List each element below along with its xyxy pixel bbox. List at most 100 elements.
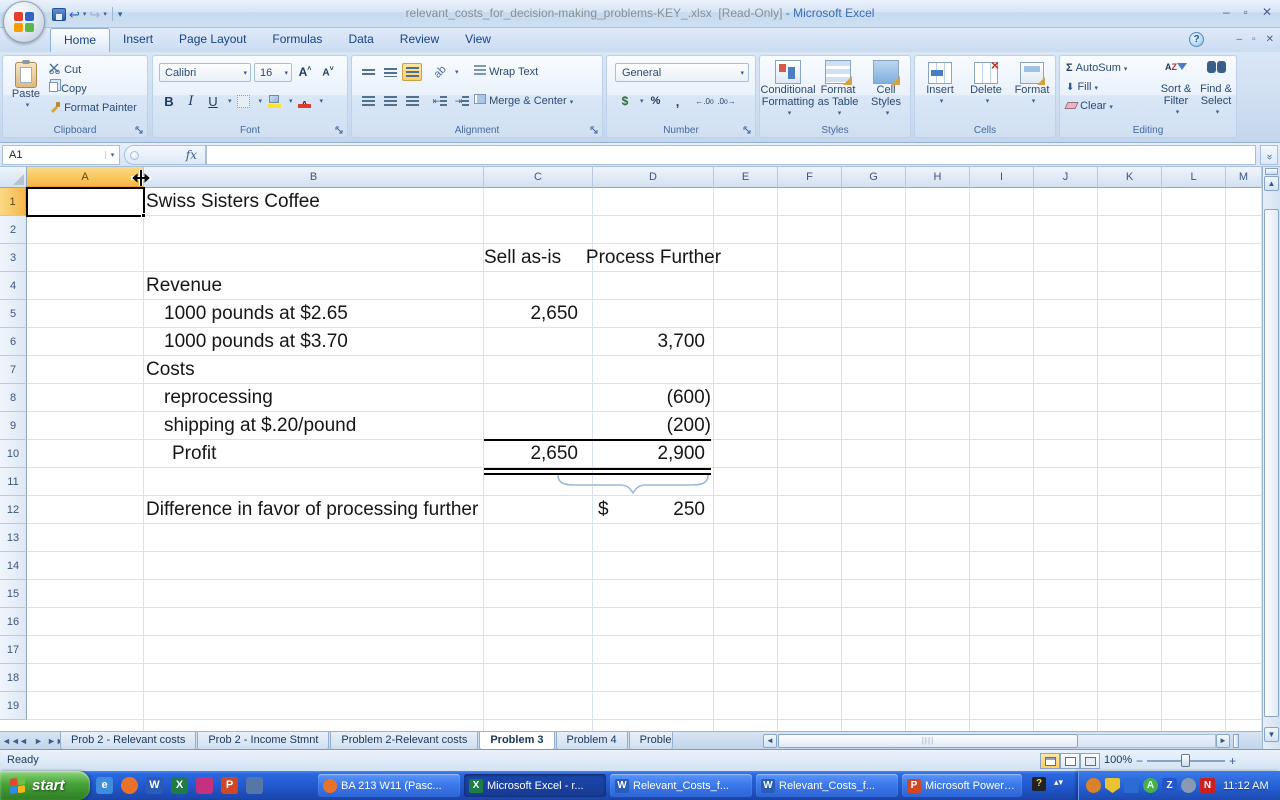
sheet-tab-prob-2-income-stmnt[interactable]: Prob 2 - Income Stmnt [197,732,329,750]
font-color-button[interactable]: A [295,92,315,110]
zoom-level[interactable]: 100% [1104,754,1132,766]
column-header-H[interactable]: H [906,167,970,188]
formula-input[interactable] [206,145,1256,165]
vertical-scroll-thumb[interactable] [1264,209,1279,717]
undo-icon[interactable]: ↩ [69,8,80,21]
vertical-split-handle[interactable] [1265,168,1278,175]
format-painter-button[interactable]: Format Painter [49,101,137,114]
row-header-11[interactable]: 11 [0,468,27,496]
tray-shield-icon[interactable] [1105,778,1120,793]
cell-B7[interactable]: Costs [146,356,195,384]
sheet-tab-problem-2-relevant-costs[interactable]: Problem 2-Relevant costs [330,732,478,750]
select-all-corner[interactable] [0,167,27,188]
decrease-indent-button[interactable]: ⇤ [430,92,450,110]
row-header-3[interactable]: 3 [0,244,27,272]
tray-app-blue-icon[interactable] [1124,778,1139,793]
top-align-button[interactable] [358,63,378,81]
cell-C3[interactable]: Sell as-is [484,244,560,272]
conditional-formatting-button[interactable]: Conditional Formatting▾ [762,60,814,120]
row-header-6[interactable]: 6 [0,328,27,356]
ribbon-tab-view[interactable]: View [452,28,504,52]
row-header-16[interactable]: 16 [0,608,27,636]
bottom-align-button[interactable] [402,63,422,81]
insert-function-button[interactable]: fx [124,145,206,165]
borders-button[interactable] [234,92,254,110]
autosum-button[interactable]: Σ AutoSum▾ [1066,62,1127,74]
ribbon-tab-review[interactable]: Review [387,28,452,52]
delete-cells-button[interactable]: ×Delete▾ [963,62,1009,108]
column-header-B[interactable]: B [144,167,484,188]
row-header-5[interactable]: 5 [0,300,27,328]
column-header-M[interactable]: M [1226,167,1262,188]
close-button[interactable]: ✕ [1262,5,1272,19]
cell-D9[interactable]: (200) [593,412,711,440]
start-button[interactable]: start [0,771,90,800]
font-family-select[interactable]: Calibri▾ [159,63,251,82]
sheet-tab-prob-2-relevant-costs[interactable]: Prob 2 - Relevant costs [60,732,196,750]
column-header-J[interactable]: J [1034,167,1098,188]
align-left-button[interactable] [358,92,378,110]
taskbar-button-excel[interactable]: XMicrosoft Excel - r... [464,774,606,797]
accounting-format-button[interactable]: $ [615,92,635,110]
clear-button[interactable]: Clear▾ [1066,100,1113,112]
row-header-17[interactable]: 17 [0,636,27,664]
column-header-K[interactable]: K [1098,167,1162,188]
column-header-F[interactable]: F [778,167,842,188]
underline-button[interactable]: U [203,92,223,110]
cell-D10[interactable]: 2,900 [593,440,705,468]
zoom-in-button[interactable]: + [1229,754,1236,768]
worksheet-grid[interactable]: ABCDEFGHIJKLM 12345678910111213141516171… [0,167,1262,731]
office-button[interactable] [3,1,45,43]
workbook-restore-button[interactable]: ▫ [1252,33,1256,47]
restore-button[interactable]: ▫ [1244,5,1248,19]
row-header-12[interactable]: 12 [0,496,27,524]
accounting-dropdown[interactable]: ▾ [640,97,644,105]
vertical-scrollbar[interactable]: ▲ ▼ [1262,167,1280,749]
format-cells-button[interactable]: Format▾ [1009,62,1055,108]
name-box-dropdown[interactable]: ▾ [105,151,119,159]
fill-color-dropdown[interactable]: ▾ [289,97,293,105]
row-header-10[interactable]: 10 [0,440,27,468]
middle-align-button[interactable] [380,63,400,81]
ribbon-tab-formulas[interactable]: Formulas [259,28,335,52]
taskbar-button-firefox[interactable]: BA 213 W11 (Pasc... [318,774,460,797]
ribbon-tab-page-layout[interactable]: Page Layout [166,28,259,52]
cell-D12[interactable]: 250 [593,496,705,524]
font-color-dropdown[interactable]: ▾ [320,97,324,105]
shrink-font-button[interactable]: A˅ [318,63,338,81]
cell-B1[interactable]: Swiss Sisters Coffee [146,188,320,216]
wrap-text-button[interactable]: Wrap Text [474,65,538,78]
fill-button[interactable]: ⬇ Fill▾ [1066,81,1098,93]
language-bar-icon[interactable]: ? [1032,777,1046,791]
column-header-I[interactable]: I [970,167,1034,188]
cell-styles-button[interactable]: Cell Styles▾ [862,60,910,120]
taskbar-button-word[interactable]: WRelevant_Costs_f... [756,774,898,797]
fill-handle[interactable] [141,213,146,218]
workbook-minimize-button[interactable]: – [1237,33,1243,47]
grow-font-button[interactable]: A˄ [295,63,315,81]
redo-icon[interactable]: ↪ [89,8,100,21]
column-header-E[interactable]: E [714,167,778,188]
find-select-button[interactable]: Find & Select▾ [1196,61,1236,119]
cell-D6[interactable]: 3,700 [593,328,705,356]
first-sheet-button[interactable]: ◄◄ [2,733,15,749]
bold-button[interactable]: B [159,92,179,110]
internet-explorer-icon[interactable]: e [96,777,113,794]
row-header-8[interactable]: 8 [0,384,27,412]
row-header-4[interactable]: 4 [0,272,27,300]
column-header-D[interactable]: D [593,167,714,188]
last-sheet-button[interactable]: ►► [47,733,60,749]
normal-view-button[interactable] [1040,753,1060,769]
redo-dropdown[interactable]: ▾ [103,10,107,18]
copy-button[interactable]: Copy [49,82,87,95]
zoom-track[interactable] [1147,760,1225,762]
word-icon[interactable]: W [146,777,163,794]
zoom-out-button[interactable]: − [1136,754,1143,768]
row-header-15[interactable]: 15 [0,580,27,608]
format-as-table-button[interactable]: Format as Table▾ [814,60,862,120]
powerpoint-icon[interactable]: P [221,777,238,794]
comma-button[interactable]: , [668,92,688,110]
app-blue-icon[interactable] [246,777,263,794]
scroll-down-button[interactable]: ▼ [1264,727,1279,742]
italic-button[interactable]: I [181,92,201,110]
